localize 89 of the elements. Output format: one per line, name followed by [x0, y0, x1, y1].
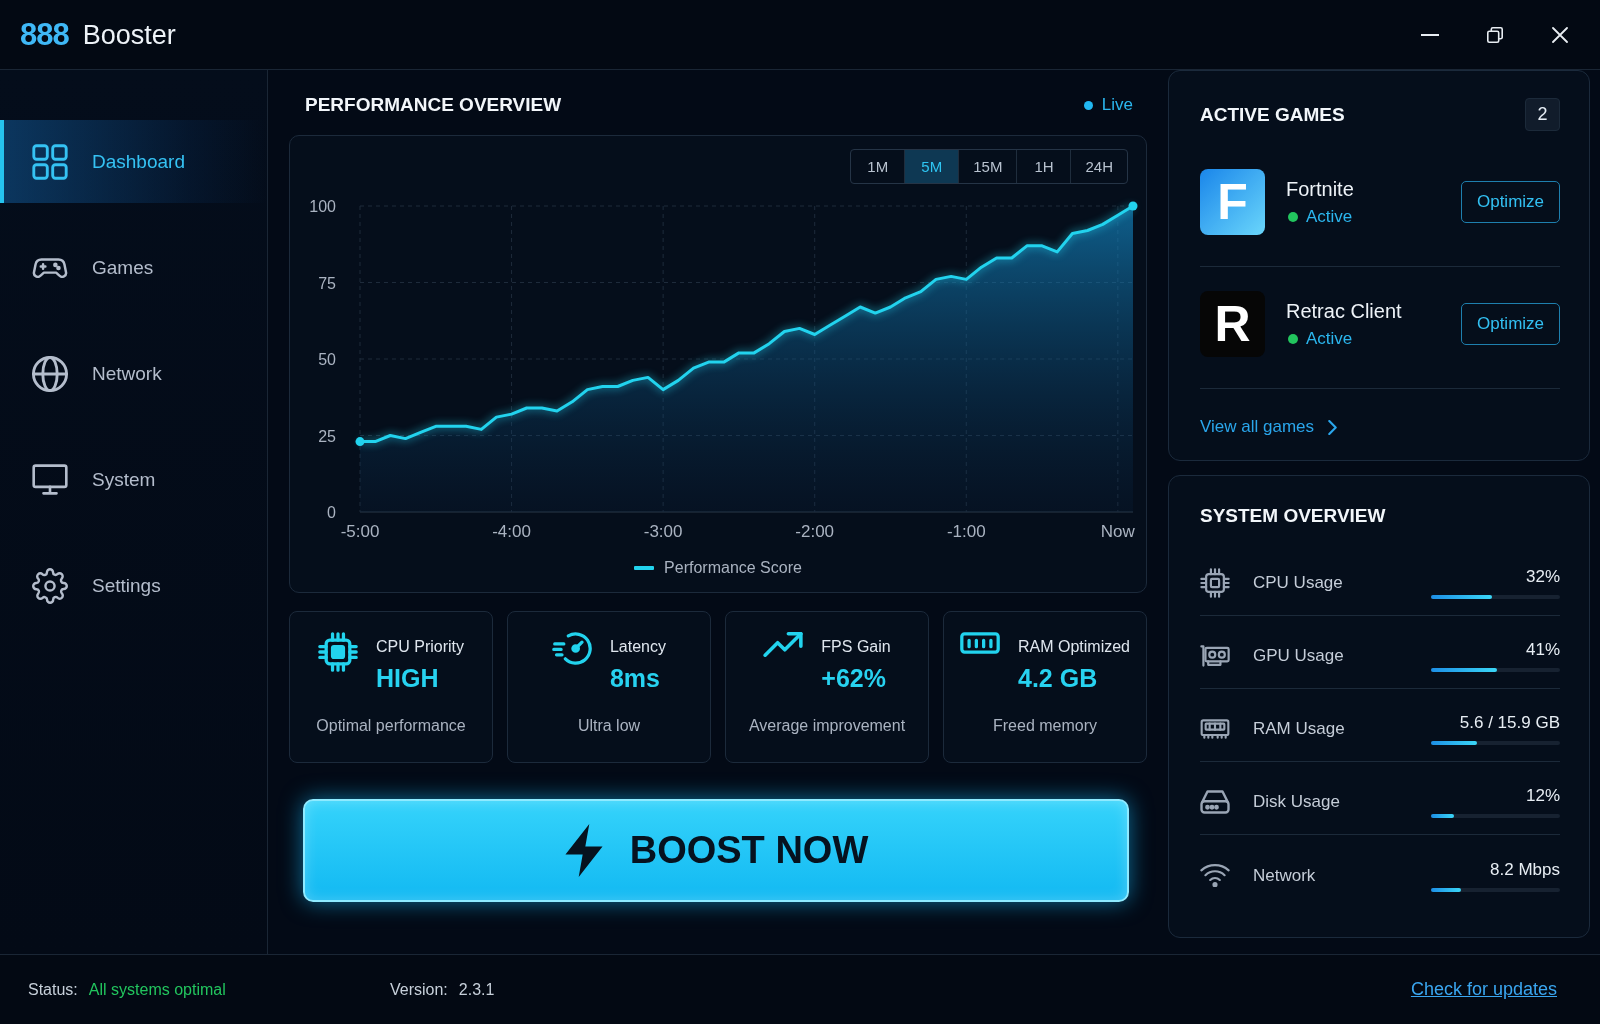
- stat-caption: Freed memory: [993, 716, 1097, 736]
- game-name: Retrac Client: [1286, 299, 1402, 323]
- x-tick-label: -3:00: [643, 522, 683, 541]
- metric-reading: 32%: [1525, 567, 1560, 587]
- legend-label: Performance Score: [664, 559, 802, 577]
- time-range-tab[interactable]: 1H: [1017, 150, 1072, 183]
- x-tick-label: -5:00: [340, 522, 380, 541]
- x-tick-label: Now: [1100, 522, 1135, 541]
- game-logo: F: [1200, 169, 1265, 235]
- version-label: Version:: [390, 980, 448, 999]
- time-range-tab[interactable]: 15M: [959, 150, 1018, 183]
- memory-stick-icon: [960, 632, 1000, 654]
- restore-icon: [1486, 26, 1503, 43]
- monitor-icon: [32, 464, 68, 495]
- metric-reading: 8.2 Mbps: [1490, 859, 1560, 880]
- live-dot-icon: [1083, 100, 1093, 110]
- game-status: Active: [1306, 207, 1353, 227]
- game-status: Active: [1306, 329, 1353, 349]
- status-dot-icon: [1288, 334, 1298, 344]
- y-tick-label: 50: [318, 351, 336, 368]
- wifi-icon: [1200, 864, 1230, 887]
- chevron-right-icon: [1328, 419, 1338, 435]
- metric-label: RAM Usage: [1253, 719, 1345, 739]
- stat-caption: Average improvement: [748, 716, 906, 736]
- stat-label: Latency: [609, 637, 666, 657]
- y-tick-label: 25: [318, 427, 336, 445]
- version-value: 2.3.1: [458, 980, 495, 999]
- time-range-tab[interactable]: 24H: [1071, 150, 1127, 183]
- app-title: Booster: [82, 18, 176, 52]
- memory-stick-icon: [1200, 719, 1230, 739]
- legend-swatch-icon: [634, 566, 655, 570]
- metric-label: GPU Usage: [1253, 646, 1344, 666]
- section-title: SYSTEM OVERVIEW: [1200, 505, 1386, 526]
- graphics-card-icon: [1200, 645, 1230, 667]
- nav-item[interactable]: System: [0, 438, 267, 521]
- chip-icon: [1200, 568, 1230, 598]
- globe-icon: [32, 355, 68, 392]
- nav-item[interactable]: Network: [0, 332, 267, 415]
- game-name: Fortnite: [1286, 177, 1354, 201]
- stat-label: FPS Gain: [821, 637, 891, 657]
- app-logo: 888: [20, 16, 69, 53]
- stat-label: RAM Optimized: [1018, 637, 1130, 657]
- metric-reading: 12%: [1525, 786, 1560, 806]
- end-point-icon: [1128, 201, 1138, 211]
- section-title: ACTIVE GAMES: [1200, 102, 1345, 127]
- nav-item[interactable]: Settings: [0, 544, 267, 627]
- y-tick-label: 75: [318, 274, 336, 292]
- live-label: Live: [1101, 95, 1133, 115]
- x-tick-label: -4:00: [492, 522, 531, 541]
- stat-value: 4.2 GB: [1018, 663, 1098, 694]
- update-link[interactable]: Check for updates: [1410, 979, 1557, 1000]
- status-label: Status:: [28, 980, 78, 999]
- count-badge: 2: [1525, 98, 1560, 131]
- grid-icon: [32, 143, 68, 180]
- metric-label: Disk Usage: [1253, 792, 1340, 812]
- x-tick-label: -1:00: [946, 522, 986, 541]
- y-tick-label: 100: [309, 198, 336, 215]
- nav-item[interactable]: Games: [0, 226, 267, 309]
- speedometer-icon: [551, 632, 592, 665]
- status-value: All systems optimal: [88, 980, 226, 999]
- stat-caption: Ultra low: [577, 716, 641, 736]
- stat-value: +62%: [821, 663, 886, 694]
- status-dot-icon: [1288, 212, 1298, 222]
- trend-up-icon: [763, 632, 804, 657]
- optimize-button[interactable]: Optimize: [1461, 181, 1560, 223]
- minimize-icon: [1420, 33, 1439, 36]
- x-tick-label: -2:00: [795, 522, 835, 541]
- boost-button[interactable]: BOOST NOW: [303, 799, 1129, 902]
- metric-reading: 41%: [1525, 640, 1560, 660]
- time-range-tab[interactable]: 5M: [905, 150, 960, 183]
- stat-caption: Optimal performance: [316, 716, 466, 736]
- chip-icon: [318, 632, 358, 672]
- view-all-link[interactable]: View all games: [1200, 416, 1338, 438]
- close-icon: [1551, 26, 1568, 43]
- gamepad-icon: [32, 257, 68, 278]
- stat-value: 8ms: [609, 663, 660, 694]
- section-title: PERFORMANCE OVERVIEW: [305, 93, 562, 117]
- metric-label: Network: [1253, 865, 1316, 886]
- metric-label: CPU Usage: [1253, 573, 1343, 593]
- optimize-button[interactable]: Optimize: [1461, 303, 1560, 345]
- gear-icon: [32, 567, 68, 604]
- stat-label: CPU Priority: [376, 637, 464, 657]
- stat-value: HIGH: [376, 663, 439, 694]
- game-logo: R: [1200, 291, 1265, 357]
- start-point-icon: [355, 437, 365, 447]
- disk-drive-icon: [1200, 790, 1230, 814]
- lightning-bolt-icon: [563, 824, 604, 877]
- y-tick-label: 0: [327, 504, 336, 521]
- metric-reading: 5.6 / 15.9 GB: [1459, 713, 1560, 733]
